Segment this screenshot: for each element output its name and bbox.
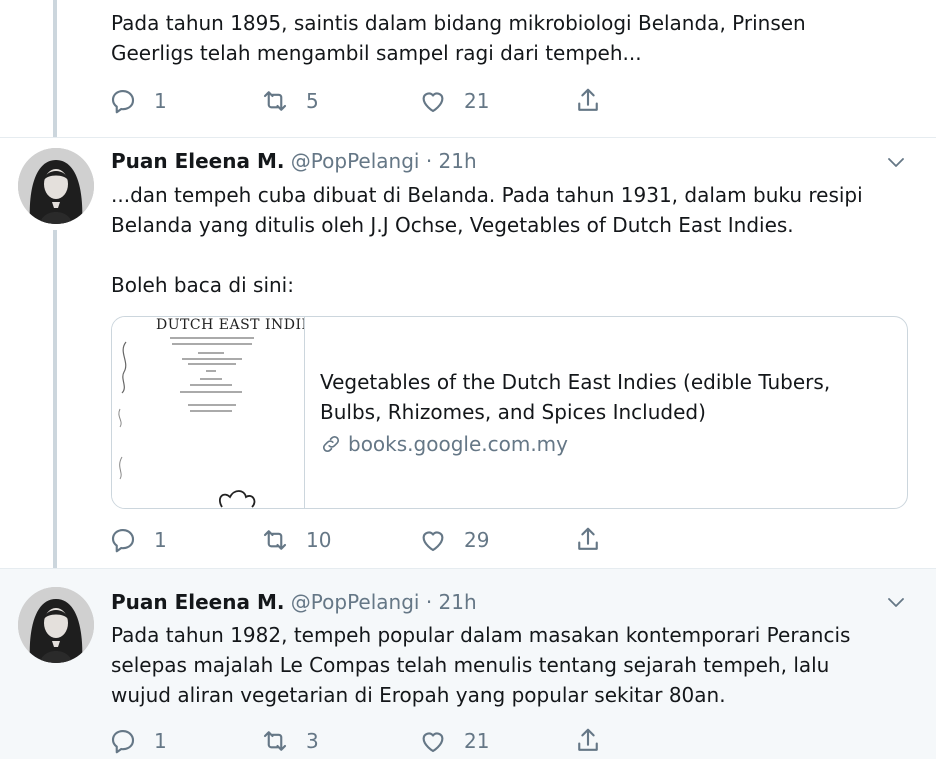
reply-button[interactable]: 1 bbox=[108, 86, 167, 116]
like-icon bbox=[422, 732, 444, 753]
avatar[interactable] bbox=[18, 148, 94, 224]
link-card[interactable]: DUTCH EAST INDIE Vegetables of the Dutch… bbox=[111, 316, 908, 509]
tweet-text: Pada tahun 1982, tempeh popular dalam ma… bbox=[111, 623, 851, 707]
share-icon bbox=[578, 88, 598, 111]
like-button[interactable]: 21 bbox=[418, 86, 489, 116]
card-domain[interactable]: books.google.com.my bbox=[320, 429, 568, 459]
reply-count: 1 bbox=[154, 528, 167, 552]
reply-icon bbox=[111, 729, 135, 754]
reply-icon bbox=[111, 89, 135, 114]
author-name[interactable]: Puan Eleena M. bbox=[111, 149, 284, 173]
retweet-button[interactable]: 3 bbox=[260, 726, 319, 756]
tweet-text: ...dan tempeh cuba dibuat di Belanda. Pa… bbox=[111, 183, 863, 297]
chevron-down-icon[interactable] bbox=[884, 150, 908, 174]
share-button[interactable] bbox=[573, 726, 603, 756]
reply-count: 1 bbox=[154, 89, 167, 113]
share-icon bbox=[578, 728, 598, 751]
thread-line bbox=[53, 230, 57, 568]
tweet-divider bbox=[0, 568, 936, 569]
tweet-header: Puan Eleena M. @PopPelangi · 21h bbox=[111, 146, 477, 176]
share-icon bbox=[578, 527, 598, 550]
like-button[interactable]: 21 bbox=[418, 726, 489, 756]
card-title[interactable]: Vegetables of the Dutch East Indies (edi… bbox=[320, 367, 880, 427]
retweet-icon bbox=[263, 731, 287, 751]
reply-count: 1 bbox=[154, 729, 167, 753]
tweet-header: Puan Eleena M. @PopPelangi · 21h bbox=[111, 587, 477, 617]
author-meta[interactable]: @PopPelangi · 21h bbox=[291, 590, 477, 614]
tweet-actions: 1 3 21 bbox=[108, 726, 628, 756]
share-button[interactable] bbox=[573, 525, 603, 555]
retweet-button[interactable]: 5 bbox=[260, 86, 319, 116]
avatar[interactable] bbox=[18, 587, 94, 663]
like-icon bbox=[422, 92, 444, 113]
tweet-actions: 1 5 21 bbox=[108, 86, 628, 116]
link-icon bbox=[322, 435, 340, 453]
retweet-count: 10 bbox=[306, 528, 332, 552]
like-count: 21 bbox=[464, 729, 490, 753]
tweet-text: Pada tahun 1895, saintis dalam bidang mi… bbox=[111, 11, 806, 65]
share-button[interactable] bbox=[573, 86, 603, 116]
card-thumbnail: DUTCH EAST INDIE bbox=[112, 317, 305, 508]
like-count: 29 bbox=[464, 528, 490, 552]
retweet-icon bbox=[263, 530, 287, 550]
retweet-count: 3 bbox=[306, 729, 319, 753]
tweet-divider bbox=[0, 137, 936, 138]
tweet-actions: 1 10 29 bbox=[108, 525, 628, 555]
thread-line bbox=[53, 0, 57, 138]
reply-icon bbox=[111, 528, 135, 553]
author-meta[interactable]: @PopPelangi · 21h bbox=[291, 149, 477, 173]
card-domain-text: books.google.com.my bbox=[348, 432, 568, 456]
like-button[interactable]: 29 bbox=[418, 525, 489, 555]
like-icon bbox=[422, 531, 444, 552]
reply-button[interactable]: 1 bbox=[108, 525, 167, 555]
retweet-button[interactable]: 10 bbox=[260, 525, 331, 555]
reply-button[interactable]: 1 bbox=[108, 726, 167, 756]
author-name[interactable]: Puan Eleena M. bbox=[111, 590, 284, 614]
retweet-count: 5 bbox=[306, 89, 319, 113]
retweet-icon bbox=[263, 91, 287, 111]
book-page-image bbox=[118, 337, 256, 508]
like-count: 21 bbox=[464, 89, 490, 113]
chevron-down-icon[interactable] bbox=[884, 590, 908, 614]
